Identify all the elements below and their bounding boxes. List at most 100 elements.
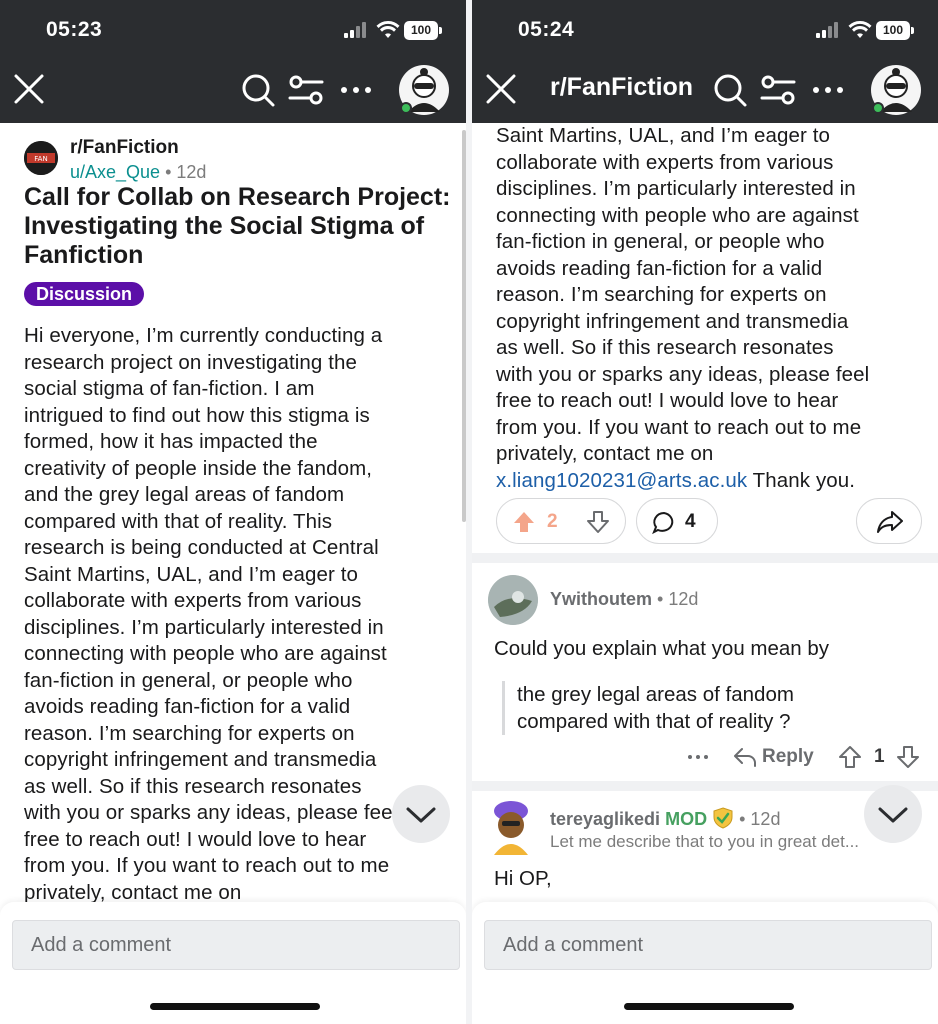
- body-text-end: Thank you.: [747, 468, 856, 492]
- body-line: research project on investigating the: [24, 350, 358, 374]
- post-meta: FAN r/FanFiction u/Axe_Que • 12d: [24, 131, 454, 182]
- post-author[interactable]: u/Axe_Que: [70, 162, 160, 182]
- wifi-icon: [376, 20, 400, 38]
- left-screen: 05:23 100 FAN r/FanFiction u/Axe_Que • 1…: [0, 0, 466, 1024]
- body-line: social stigma of fan-fiction. I am: [24, 377, 315, 400]
- subreddit-name[interactable]: r/FanFiction: [70, 137, 179, 159]
- wifi-icon: [848, 20, 872, 38]
- filter-icon[interactable]: [288, 72, 324, 108]
- body-line: from you. If you want to reach out to me: [24, 854, 390, 877]
- comments-button[interactable]: 4: [636, 498, 718, 544]
- body-line: formed, how it has impacted the: [24, 430, 318, 453]
- post-age: 12d: [176, 162, 207, 182]
- body-line: compared with that of reality. This: [24, 509, 333, 533]
- comment-author-line: tereyaglikedi MOD • 12d: [550, 807, 781, 829]
- reply-icon[interactable]: [732, 745, 758, 769]
- mod-badge: MOD: [665, 809, 708, 829]
- status-time: 05:24: [518, 18, 575, 41]
- comment-text: Could you explain what you mean by: [494, 637, 830, 660]
- email-link[interactable]: x.liang1020231@arts.ac.uk: [496, 469, 747, 492]
- cellular-signal-icon: [816, 22, 842, 38]
- body-line: connecting with people who are against: [496, 203, 859, 227]
- section-separator: [472, 553, 938, 563]
- more-icon[interactable]: [338, 72, 374, 108]
- body-line: copyright infringement and transmedia: [496, 309, 849, 333]
- home-indicator[interactable]: [624, 1003, 794, 1010]
- post-navbar: [0, 60, 466, 123]
- share-icon: [877, 511, 903, 533]
- body-line: Hi everyone, I’m currently conducting a: [24, 324, 383, 347]
- quote-line: compared with that of reality ?: [517, 710, 791, 733]
- downvote-icon[interactable]: [896, 745, 920, 769]
- add-comment-input[interactable]: Add a comment: [484, 920, 932, 970]
- body-line: from you. If you want to reach out to me: [496, 415, 862, 439]
- reply-button[interactable]: Reply: [762, 746, 814, 768]
- search-icon[interactable]: [712, 72, 748, 108]
- comment-author[interactable]: tereyaglikedi: [550, 809, 660, 829]
- svg-text:FAN: FAN: [34, 155, 47, 163]
- scroll-down-button[interactable]: [864, 785, 922, 843]
- post-navbar: r/FanFiction: [472, 60, 938, 123]
- body-line: Saint Martins, UAL, and I’m eager to: [24, 562, 359, 586]
- post-flair[interactable]: Discussion: [24, 282, 145, 306]
- comment-count: 4: [685, 511, 696, 532]
- body-line: copyright infringement and transmedia: [24, 748, 377, 771]
- close-icon[interactable]: [484, 72, 518, 106]
- comment-quote: the grey legal areas of fandom compared …: [502, 681, 902, 735]
- home-indicator[interactable]: [150, 1003, 320, 1010]
- post-body: Saint Martins, UAL, and I’m eager to col…: [496, 123, 926, 494]
- body-line: collaborate with experts from various: [24, 589, 362, 612]
- search-icon[interactable]: [240, 72, 276, 108]
- more-options-icon[interactable]: [686, 747, 710, 767]
- comment-author[interactable]: Ywithoutem: [550, 589, 652, 609]
- app-header: 05:24 100 r/FanFiction: [472, 0, 938, 123]
- battery-indicator: 100: [404, 21, 442, 40]
- comment-author-line: Ywithoutem • 12d: [550, 589, 699, 609]
- comment-bubble-icon: [652, 511, 674, 535]
- comment-text: Hi OP,: [494, 867, 552, 890]
- status-bar: 05:23 100: [0, 0, 466, 60]
- upvote-icon[interactable]: [511, 509, 537, 535]
- downvote-icon[interactable]: [585, 509, 611, 535]
- body-line: with you or sparks any ideas, please fee…: [496, 362, 870, 386]
- comment-avatar[interactable]: [488, 575, 538, 625]
- close-icon[interactable]: [12, 72, 46, 106]
- body-line: with you or sparks any ideas, please fee…: [24, 801, 398, 824]
- body-line: fan-fiction in general, or people who: [24, 668, 353, 692]
- body-line: privately, contact me on: [496, 442, 714, 465]
- more-icon[interactable]: [810, 72, 846, 108]
- body-line: Saint Martins, UAL, and I’m eager to: [496, 124, 831, 147]
- upvote-icon[interactable]: [838, 745, 862, 769]
- post-body: Hi everyone, I’m currently conducting a …: [24, 323, 454, 906]
- body-line: fan-fiction in general, or people who: [496, 230, 825, 253]
- share-button[interactable]: [856, 498, 922, 544]
- body-line: as well. So if this research resonates: [496, 336, 834, 359]
- comment-actions: Reply 1: [472, 741, 938, 773]
- cellular-signal-icon: [344, 22, 370, 38]
- comment-age: 12d: [668, 589, 699, 609]
- subreddit-icon[interactable]: FAN: [24, 141, 58, 175]
- add-comment-input[interactable]: Add a comment: [12, 920, 460, 970]
- body-line: reason. I’m searching for experts on: [24, 721, 355, 745]
- user-avatar[interactable]: [870, 64, 922, 116]
- user-avatar[interactable]: [398, 64, 450, 116]
- subreddit-title[interactable]: r/FanFiction: [550, 73, 693, 102]
- filter-icon[interactable]: [760, 72, 796, 108]
- body-line: free to reach out! I would love to hear: [24, 827, 367, 851]
- body-line: free to reach out! I would love to hear: [496, 389, 839, 412]
- body-line: connecting with people who are against: [24, 642, 387, 665]
- body-line: intrigued to find out how this stigma is: [24, 403, 370, 427]
- comment-avatar[interactable]: [488, 799, 534, 855]
- body-line: disciplines. I’m particularly interested…: [24, 615, 384, 639]
- quote-line: the grey legal areas of fandom: [517, 683, 794, 706]
- scroll-down-button[interactable]: [392, 785, 450, 843]
- body-line: research is being conducted at Central: [24, 536, 379, 559]
- comment-age: 12d: [750, 809, 781, 829]
- post-title: Call for Collab on Research Project: Inv…: [24, 183, 451, 269]
- body-line: avoids reading fan-fiction for a valid: [24, 695, 351, 718]
- body-line: and the grey legal areas of fandom: [24, 483, 345, 506]
- post-author-line: u/Axe_Que • 12d: [70, 162, 207, 182]
- body-line: disciplines. I’m particularly interested…: [496, 177, 856, 200]
- body-line: as well. So if this research resonates: [24, 774, 362, 798]
- shield-icon: [713, 807, 733, 829]
